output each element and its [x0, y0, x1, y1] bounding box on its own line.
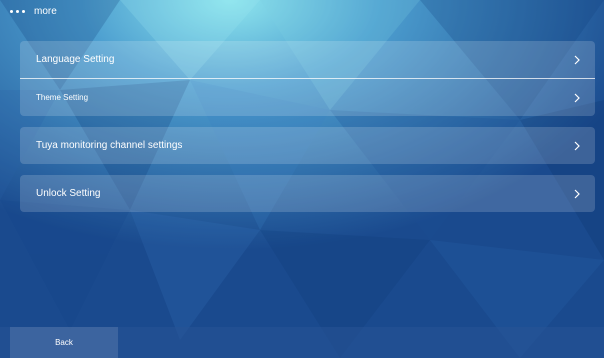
tuya-monitoring-label: Tuya monitoring channel settings	[36, 140, 183, 151]
chevron-right-icon	[574, 189, 580, 198]
more-dots-icon[interactable]	[10, 10, 25, 13]
tuya-monitoring-row[interactable]: Tuya monitoring channel settings	[20, 127, 595, 164]
settings-group-tuya: Tuya monitoring channel settings	[20, 127, 595, 164]
language-setting-label: Language Setting	[36, 54, 115, 65]
unlock-setting-label: Unlock Setting	[36, 188, 101, 199]
page-title: more	[34, 6, 57, 17]
unlock-setting-row[interactable]: Unlock Setting	[20, 175, 595, 212]
theme-setting-row[interactable]: Theme Setting	[20, 79, 595, 116]
top-bar: more	[0, 0, 604, 28]
back-button[interactable]: Back	[10, 327, 118, 358]
chevron-right-icon	[574, 55, 580, 64]
theme-setting-label: Theme Setting	[36, 93, 89, 102]
chevron-right-icon	[574, 141, 580, 150]
settings-group-unlock: Unlock Setting	[20, 175, 595, 212]
settings-group-general: Language Setting Theme Setting	[20, 41, 595, 116]
language-setting-row[interactable]: Language Setting	[20, 41, 595, 78]
bottom-bar: Back	[0, 327, 604, 358]
chevron-right-icon	[574, 93, 580, 102]
